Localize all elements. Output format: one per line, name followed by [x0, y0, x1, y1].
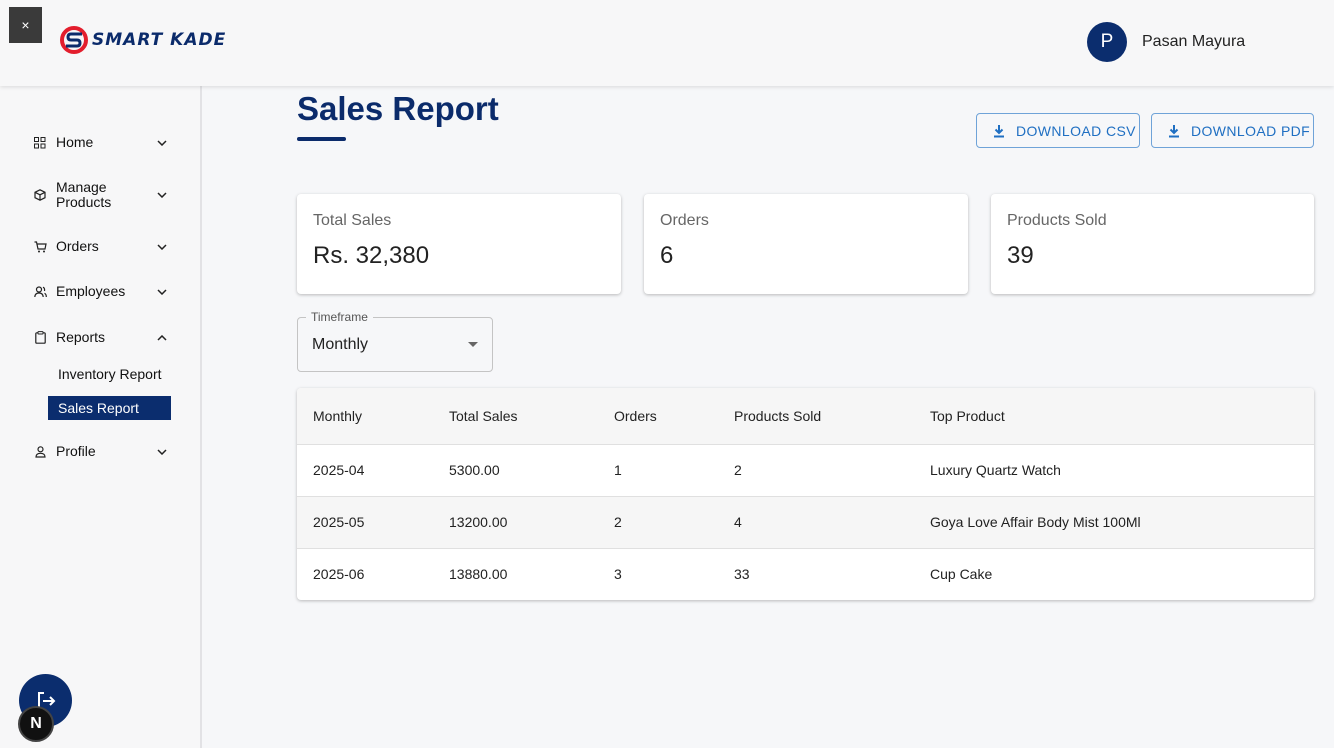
table-cell: 1	[598, 444, 718, 497]
sidebar-item-label: Employees	[56, 283, 126, 299]
download-csv-button[interactable]: DOWNLOAD CSV	[976, 113, 1140, 148]
logo-text: SMART KADE	[92, 30, 227, 50]
smart-kade-logo[interactable]: SMART KADE	[60, 26, 226, 54]
card-value: 6	[660, 242, 674, 269]
card-label: Orders	[660, 212, 709, 229]
sidebar-item-label: Reports	[56, 329, 106, 345]
chevron-down-icon[interactable]	[156, 446, 168, 458]
column-header[interactable]: Total Sales	[433, 388, 598, 445]
sidebar-item-label: Manage Products	[56, 179, 112, 210]
column-header[interactable]: Top Product	[914, 388, 1314, 445]
timeframe-label: Timeframe	[306, 310, 373, 324]
table-cell: 2	[598, 496, 718, 549]
dropdown-arrow-icon[interactable]	[468, 342, 478, 347]
box-icon	[33, 188, 47, 202]
n-badge-icon[interactable]: N	[18, 706, 54, 742]
table-cell: 5300.00	[433, 444, 598, 497]
logo-mark-icon	[60, 26, 88, 54]
sales-table: Monthly Total Sales Orders Products Sold…	[297, 388, 1314, 600]
sidebar-item-manage-products[interactable]: Manage Products	[33, 180, 168, 210]
column-header[interactable]: Products Sold	[718, 388, 914, 445]
sidebar-item-reports[interactable]: Reports	[33, 330, 168, 345]
sidebar: Home Manage Products Orders Employees Re…	[0, 86, 202, 748]
title-underline	[297, 137, 346, 141]
download-icon	[991, 123, 1007, 139]
grid-icon	[33, 136, 47, 150]
sidebar-item-home[interactable]: Home	[33, 135, 168, 150]
sidebar-subitem-inventory-report[interactable]: Inventory Report	[48, 362, 171, 386]
card-value: Rs. 32,380	[313, 242, 430, 269]
table-cell: 2025-04	[297, 444, 433, 497]
avatar[interactable]: P	[1087, 22, 1127, 62]
orders-card: Orders 6	[644, 194, 968, 294]
sidebar-item-employees[interactable]: Employees	[33, 284, 168, 299]
download-csv-label: DOWNLOAD CSV	[1016, 122, 1136, 139]
timeframe-select[interactable]: Timeframe Monthly	[297, 310, 493, 372]
cart-icon	[33, 240, 47, 254]
table-header-row: Monthly Total Sales Orders Products Sold…	[297, 388, 1314, 445]
table-cell: 33	[734, 566, 750, 583]
table-row: 2025-05 13200.00 2 4 Goya Love Affair Bo…	[297, 496, 1314, 549]
sidebar-subitem-sales-report[interactable]: Sales Report	[48, 396, 171, 420]
download-icon	[1166, 123, 1182, 139]
user-name: Pasan Mayura	[1142, 33, 1246, 50]
timeframe-value: Monthly	[312, 336, 369, 353]
people-icon	[33, 285, 47, 299]
table-cell: 3	[614, 566, 622, 583]
chevron-up-icon[interactable]	[156, 332, 168, 344]
table-cell: Cup Cake	[930, 566, 993, 583]
table-cell: 2025-05	[297, 496, 433, 549]
clipboard-icon	[33, 331, 47, 345]
sidebar-item-label: Orders	[56, 238, 99, 254]
chevron-down-icon[interactable]	[156, 286, 168, 298]
table-cell: 4	[718, 496, 914, 549]
column-header[interactable]: Orders	[598, 388, 718, 445]
table-cell: 13880.00	[449, 566, 508, 583]
user-menu[interactable]: P Pasan Mayura	[1087, 22, 1245, 62]
card-value: 39	[1007, 242, 1034, 269]
chevron-down-icon[interactable]	[156, 137, 168, 149]
chevron-down-icon[interactable]	[156, 189, 168, 201]
person-icon	[33, 445, 47, 459]
column-header[interactable]: Monthly	[297, 388, 433, 445]
table-row: 2025-06 13880.00 3 33 Cup Cake	[297, 548, 1314, 600]
table-row: 2025-04 5300.00 1 2 Luxury Quartz Watch	[297, 444, 1314, 497]
products-sold-card: Products Sold 39	[991, 194, 1314, 294]
sidebar-item-orders[interactable]: Orders	[33, 239, 168, 254]
table-cell: Luxury Quartz Watch	[914, 444, 1314, 497]
table-cell: 13200.00	[433, 496, 598, 549]
sidebar-item-label: Profile	[56, 443, 96, 459]
total-sales-card: Total Sales Rs. 32,380	[297, 194, 621, 294]
page-title: Sales Report	[297, 90, 499, 127]
sidebar-item-profile[interactable]: Profile	[33, 444, 168, 459]
close-button[interactable]: ×	[9, 7, 42, 43]
card-label: Products Sold	[1007, 212, 1107, 229]
download-pdf-label: DOWNLOAD PDF	[1191, 122, 1311, 139]
table-cell: Goya Love Affair Body Mist 100Ml	[914, 496, 1314, 549]
chevron-down-icon[interactable]	[156, 241, 168, 253]
sidebar-item-label: Home	[56, 134, 94, 150]
download-pdf-button[interactable]: DOWNLOAD PDF	[1151, 113, 1314, 148]
card-label: Total Sales	[313, 212, 392, 229]
table-cell: 2025-06	[313, 566, 365, 583]
top-app-bar: × SMART KADE P Pasan Mayura	[0, 0, 1334, 86]
table-cell: 2	[718, 444, 914, 497]
